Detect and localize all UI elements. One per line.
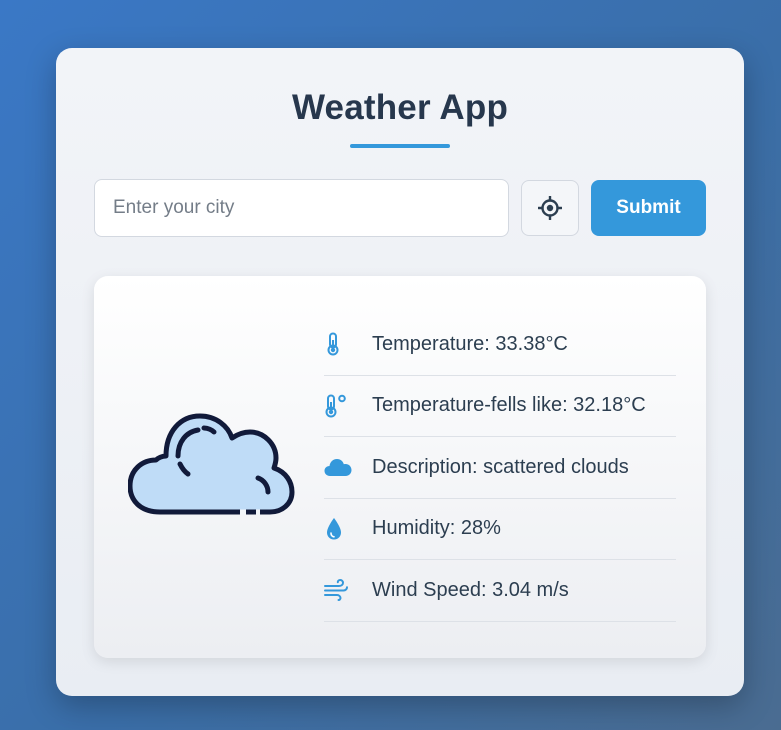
wind-icon <box>324 579 348 602</box>
thermometer-icon <box>327 332 339 356</box>
humidity-text: Humidity: 28% <box>372 517 501 540</box>
cloud-icon <box>128 413 295 515</box>
droplet-icon <box>327 517 341 540</box>
weather-card: Weather App Submit <box>56 48 744 696</box>
detail-humidity: Humidity: 28% <box>324 499 676 560</box>
description-text: Description: scattered clouds <box>372 455 629 478</box>
detail-temperature: Temperature: 33.38°C <box>324 314 676 376</box>
weather-result-panel: Temperature: 33.38°C Temperature-fells l… <box>94 276 706 658</box>
temperature-text: Temperature: 33.38°C <box>372 332 568 355</box>
thermometer-degree-icon <box>325 394 346 418</box>
detail-description: Description: scattered clouds <box>324 437 676 499</box>
crosshair-icon <box>538 196 562 220</box>
weather-details: Temperature: 33.38°C Temperature-fells l… <box>324 314 676 622</box>
submit-button[interactable]: Submit <box>591 180 706 236</box>
page-title: Weather App <box>291 88 509 127</box>
feels-like-text: Temperature-fells like: 32.18°C <box>372 394 646 417</box>
detail-feels-like: Temperature-fells like: 32.18°C <box>324 376 676 437</box>
locate-button[interactable] <box>521 180 579 236</box>
search-bar: Submit <box>94 179 706 237</box>
title-underline <box>350 144 450 148</box>
detail-wind-speed: Wind Speed: 3.04 m/s <box>324 560 676 622</box>
wind-speed-text: Wind Speed: 3.04 m/s <box>372 578 569 601</box>
city-input[interactable] <box>94 179 509 237</box>
cloud-icon <box>324 459 352 477</box>
